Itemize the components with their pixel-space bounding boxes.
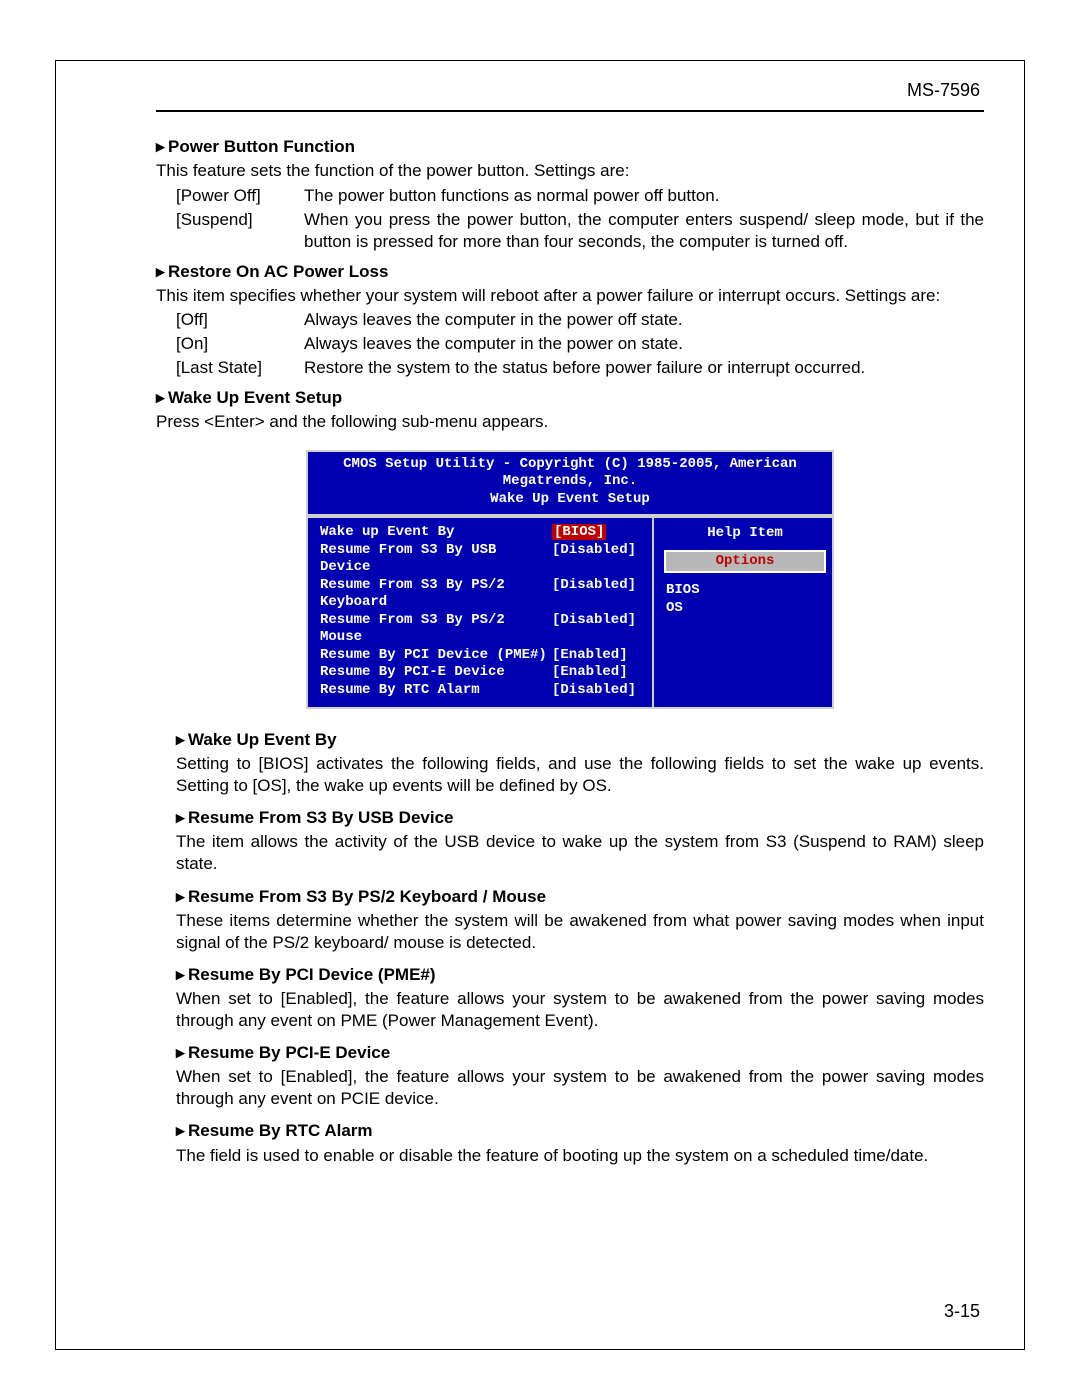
- section-restore-ac-title: ▸Restore On AC Power Loss: [156, 261, 984, 283]
- bios-val: [Disabled]: [552, 612, 642, 647]
- bios-val: [Enabled]: [552, 647, 642, 665]
- section-title-text: Power Button Function: [168, 137, 355, 156]
- bios-options-bar: Options: [664, 550, 826, 573]
- bios-row: Resume From S3 By PS/2 Keyboard[Disabled…: [320, 577, 642, 612]
- triangle-icon: ▸: [156, 136, 168, 158]
- section-wakeup-setup-title: ▸Wake Up Event Setup: [156, 387, 984, 409]
- header-model: MS-7596: [156, 79, 984, 102]
- bios-val: [BIOS]: [552, 524, 642, 542]
- header-rule: [156, 110, 984, 112]
- triangle-icon: ▸: [176, 1042, 188, 1064]
- section-wakeup-setup-intro: Press <Enter> and the following sub-menu…: [156, 411, 984, 433]
- section-title-text: Resume From S3 By USB Device: [188, 808, 454, 827]
- bios-key: Resume From S3 By PS/2 Keyboard: [320, 577, 552, 612]
- bios-key: Resume From S3 By PS/2 Mouse: [320, 612, 552, 647]
- option-desc: Always leaves the computer in the power …: [304, 309, 984, 331]
- sub-resume-rtc-body: The field is used to enable or disable t…: [176, 1145, 984, 1167]
- option-label: [Last State]: [176, 357, 304, 379]
- bios-key: Resume From S3 By USB Device: [320, 542, 552, 577]
- sub-resume-pci-body: When set to [Enabled], the feature allow…: [176, 988, 984, 1032]
- page: MS-7596 ▸Power Button Function This feat…: [0, 0, 1080, 1397]
- bios-body: Wake up Event By[BIOS] Resume From S3 By…: [306, 516, 834, 709]
- sub-resume-usb-title: ▸Resume From S3 By USB Device: [176, 807, 984, 829]
- sub-resume-pcie-body: When set to [Enabled], the feature allow…: [176, 1066, 984, 1110]
- bios-row: Wake up Event By[BIOS]: [320, 524, 642, 542]
- sub-wakeup-event-by-title: ▸Wake Up Event By: [176, 729, 984, 751]
- bios-row: Resume By PCI Device (PME#)[Enabled]: [320, 647, 642, 665]
- sub-wakeup-event-by-body: Setting to [BIOS] activates the followin…: [176, 753, 984, 797]
- sub-resume-ps2-body: These items determine whether the system…: [176, 910, 984, 954]
- section-title-text: Resume By PCI Device (PME#): [188, 965, 436, 984]
- option-label: [On]: [176, 333, 304, 355]
- sub-resume-ps2-title: ▸Resume From S3 By PS/2 Keyboard / Mouse: [176, 886, 984, 908]
- bios-row: Resume From S3 By PS/2 Mouse[Disabled]: [320, 612, 642, 647]
- sub-resume-rtc-title: ▸Resume By RTC Alarm: [176, 1120, 984, 1142]
- section-title-text: Wake Up Event By: [188, 730, 337, 749]
- content-frame: MS-7596 ▸Power Button Function This feat…: [55, 60, 1025, 1350]
- bios-screenshot: CMOS Setup Utility - Copyright (C) 1985-…: [306, 450, 834, 710]
- bios-key: Resume By PCI-E Device: [320, 664, 552, 682]
- triangle-icon: ▸: [176, 729, 188, 751]
- bios-title-line1: CMOS Setup Utility - Copyright (C) 1985-…: [314, 456, 826, 491]
- option-desc: When you press the power button, the com…: [304, 209, 984, 253]
- option-label: [Off]: [176, 309, 304, 331]
- section-title-text: Resume By PCI-E Device: [188, 1043, 390, 1062]
- option-label: [Power Off]: [176, 185, 304, 207]
- triangle-icon: ▸: [176, 807, 188, 829]
- bios-val: [Disabled]: [552, 542, 642, 577]
- section-title-text: Resume By RTC Alarm: [188, 1121, 373, 1140]
- bios-title-bar: CMOS Setup Utility - Copyright (C) 1985-…: [306, 450, 834, 517]
- bios-option: BIOS: [666, 581, 824, 599]
- section-title-text: Restore On AC Power Loss: [168, 262, 388, 281]
- section-power-button-intro: This feature sets the function of the po…: [156, 160, 984, 182]
- bios-val: [Disabled]: [552, 577, 642, 612]
- bios-row: Resume From S3 By USB Device[Disabled]: [320, 542, 642, 577]
- triangle-icon: ▸: [176, 964, 188, 986]
- bios-key: Wake up Event By: [320, 524, 552, 542]
- bios-help-header: Help Item: [666, 524, 824, 542]
- option-row: [Suspend] When you press the power butto…: [176, 209, 984, 253]
- sub-resume-usb-body: The item allows the activity of the USB …: [176, 831, 984, 875]
- bios-row: Resume By RTC Alarm[Disabled]: [320, 682, 642, 700]
- sub-resume-pcie-title: ▸Resume By PCI-E Device: [176, 1042, 984, 1064]
- bios-right-pane: Help Item Options BIOS OS: [654, 518, 832, 707]
- bios-val: [Disabled]: [552, 682, 642, 700]
- bios-option: OS: [666, 599, 824, 617]
- option-row: [Power Off] The power button functions a…: [176, 185, 984, 207]
- option-label: [Suspend]: [176, 209, 304, 253]
- page-number: 3-15: [944, 1300, 980, 1323]
- triangle-icon: ▸: [176, 1120, 188, 1142]
- sub-resume-pci-title: ▸Resume By PCI Device (PME#): [176, 964, 984, 986]
- option-row: [Off] Always leaves the computer in the …: [176, 309, 984, 331]
- section-title-text: Resume From S3 By PS/2 Keyboard / Mouse: [188, 887, 546, 906]
- triangle-icon: ▸: [176, 886, 188, 908]
- option-desc: Restore the system to the status before …: [304, 357, 984, 379]
- bios-row: Resume By PCI-E Device[Enabled]: [320, 664, 642, 682]
- triangle-icon: ▸: [156, 261, 168, 283]
- subsections: ▸Wake Up Event By Setting to [BIOS] acti…: [176, 729, 984, 1167]
- option-desc: The power button functions as normal pow…: [304, 185, 984, 207]
- bios-key: Resume By PCI Device (PME#): [320, 647, 552, 665]
- bios-key: Resume By RTC Alarm: [320, 682, 552, 700]
- option-row: [On] Always leaves the computer in the p…: [176, 333, 984, 355]
- bios-title-line2: Wake Up Event Setup: [314, 491, 826, 509]
- option-row: [Last State] Restore the system to the s…: [176, 357, 984, 379]
- section-restore-ac-intro: This item specifies whether your system …: [156, 285, 984, 307]
- bios-val: [Enabled]: [552, 664, 642, 682]
- bios-selected-value: [BIOS]: [552, 524, 606, 540]
- section-power-button-title: ▸Power Button Function: [156, 136, 984, 158]
- triangle-icon: ▸: [156, 387, 168, 409]
- bios-left-pane: Wake up Event By[BIOS] Resume From S3 By…: [308, 518, 654, 707]
- option-desc: Always leaves the computer in the power …: [304, 333, 984, 355]
- section-title-text: Wake Up Event Setup: [168, 388, 342, 407]
